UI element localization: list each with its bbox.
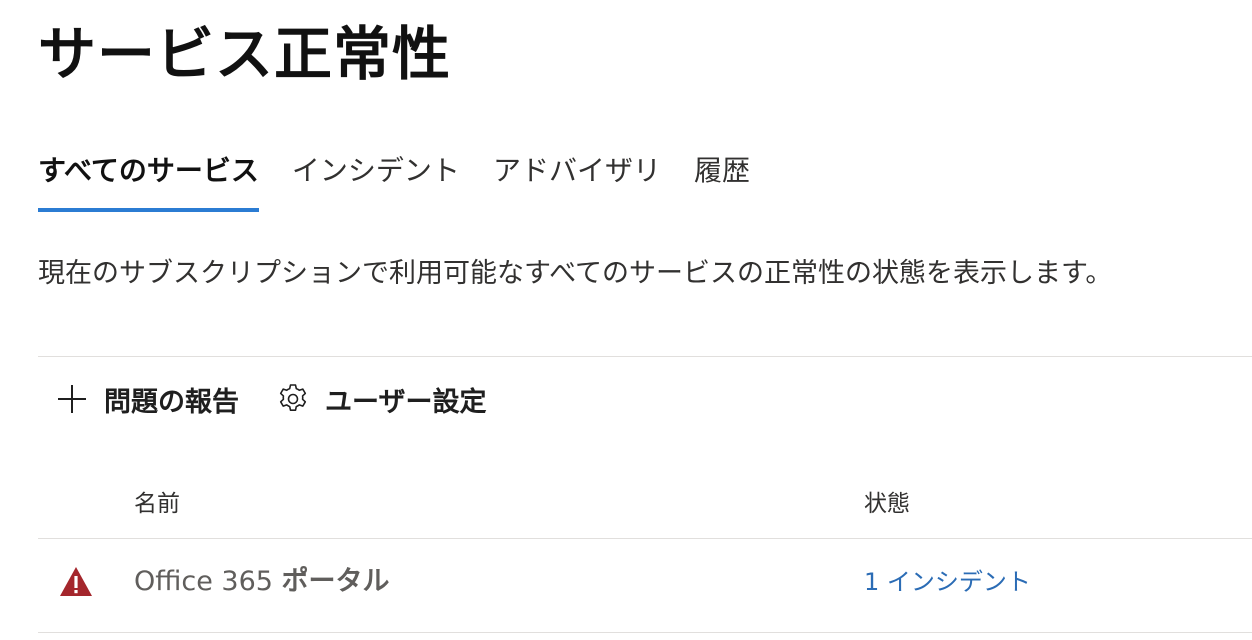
service-name-link[interactable]: Office 365 ポータル (134, 560, 390, 604)
command-bar: 問題の報告 ユーザー設定 (54, 374, 522, 424)
toolbar-top-divider (38, 356, 1252, 357)
tab-all-services[interactable]: すべてのサービス (38, 146, 259, 212)
report-issue-button[interactable]: 問題の報告 (54, 380, 239, 419)
page-title: サービス正常性 (38, 20, 452, 88)
tab-label: すべてのサービス (38, 154, 259, 187)
tab-label: インシデント (291, 154, 460, 187)
table-row[interactable]: Office 365 ポータル 1 インシデント (38, 540, 1252, 632)
tab-advisories[interactable]: アドバイザリ (493, 146, 661, 212)
warning-icon (58, 564, 94, 600)
column-header-status[interactable]: 状態 (864, 484, 910, 524)
active-tab-indicator (38, 208, 259, 212)
table-header-divider (38, 538, 1252, 539)
tab-history[interactable]: 履歴 (694, 146, 750, 212)
user-settings-label: ユーザー設定 (325, 386, 487, 418)
service-health-page: サービス正常性 すべてのサービス インシデント アドバイザリ 履歴 現在のサブス… (0, 0, 1252, 640)
page-description: 現在のサブスクリプションで利用可能なすべてのサービスの正常性の状態を表示します。 (38, 258, 1113, 289)
plus-icon (54, 381, 90, 417)
tab-incidents[interactable]: インシデント (292, 146, 460, 212)
tab-label: 履歴 (693, 154, 750, 187)
service-name-prefix: Office 365 (134, 566, 282, 597)
column-header-name[interactable]: 名前 (134, 484, 180, 524)
table-row-divider (38, 632, 1252, 633)
service-name-suffix: ポータル (281, 566, 390, 597)
gear-icon (275, 381, 311, 417)
report-issue-label: 問題の報告 (104, 386, 239, 418)
tab-bar: すべてのサービス インシデント アドバイザリ 履歴 (38, 146, 783, 212)
incident-status-link[interactable]: 1 インシデント (864, 560, 1031, 604)
user-settings-button[interactable]: ユーザー設定 (275, 380, 486, 419)
tab-label: アドバイザリ (492, 154, 661, 187)
